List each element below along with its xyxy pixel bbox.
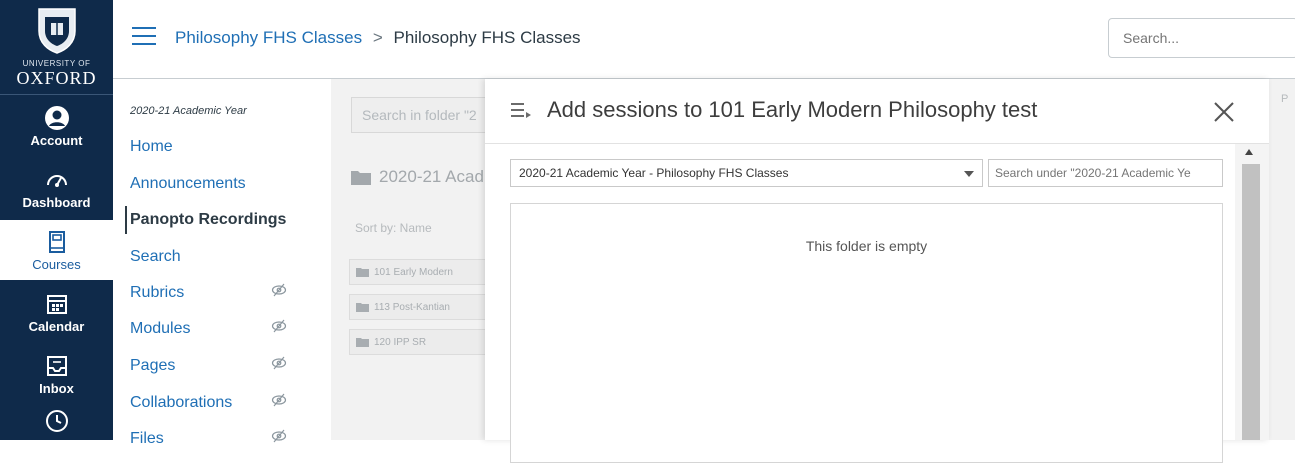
course-nav-rubrics[interactable]: Rubrics bbox=[130, 284, 184, 302]
dashboard-icon bbox=[46, 174, 67, 187]
add-sessions-dialog: Add sessions to 101 Early Modern Philoso… bbox=[485, 79, 1269, 463]
university-logo[interactable]: UNIVERSITY OF OXFORD bbox=[0, 0, 113, 94]
global-nav-courses[interactable]: Courses bbox=[0, 220, 113, 280]
session-list: This folder is empty bbox=[510, 203, 1223, 463]
header-search-input[interactable] bbox=[1108, 18, 1295, 58]
eye-slash-icon bbox=[271, 283, 287, 297]
global-nav-account[interactable]: Account bbox=[0, 96, 113, 156]
breadcrumb-separator: > bbox=[372, 28, 383, 47]
empty-folder-message: This folder is empty bbox=[805, 238, 928, 254]
folder-select[interactable]: 2020-21 Academic Year - Philosophy FHS C… bbox=[510, 159, 983, 187]
dialog-header: Add sessions to 101 Early Modern Philoso… bbox=[485, 79, 1269, 144]
term-label: 2020-21 Academic Year bbox=[130, 105, 247, 117]
folder-icon bbox=[351, 171, 371, 185]
folder-row: 120 IPP SR bbox=[349, 329, 489, 355]
background-right-label: P bbox=[1281, 93, 1289, 105]
global-nav-calendar[interactable]: Calendar bbox=[0, 282, 113, 342]
course-nav-pages[interactable]: Pages bbox=[130, 357, 175, 375]
top-header: Philosophy FHS Classes > Philosophy FHS … bbox=[113, 0, 1295, 79]
folder-title: 2020-21 Acad bbox=[351, 167, 484, 187]
breadcrumb-current: Philosophy FHS Classes bbox=[393, 28, 581, 47]
breadcrumb-link-course[interactable]: Philosophy FHS Classes bbox=[175, 28, 362, 47]
active-indicator bbox=[125, 206, 127, 234]
logo-text-big: OXFORD bbox=[16, 68, 97, 88]
account-icon bbox=[44, 105, 69, 130]
eye-slash-icon bbox=[271, 356, 287, 370]
global-nav-inbox[interactable]: Inbox bbox=[0, 344, 113, 404]
course-nav-modules[interactable]: Modules bbox=[130, 320, 190, 338]
global-nav-label: Calendar bbox=[28, 318, 85, 334]
logo-divider bbox=[0, 94, 113, 95]
courses-icon bbox=[48, 230, 65, 253]
logo-text-small: UNIVERSITY OF bbox=[22, 59, 91, 68]
course-nav-panopto-recordings[interactable]: Panopto Recordings bbox=[130, 211, 286, 229]
scrollbar[interactable] bbox=[1235, 144, 1269, 440]
global-nav: UNIVERSITY OF OXFORD Account Dashboard C… bbox=[0, 0, 113, 440]
history-icon bbox=[45, 410, 68, 432]
dialog-title: Add sessions to 101 Early Modern Philoso… bbox=[547, 97, 1038, 122]
scrollbar-thumb[interactable] bbox=[1242, 164, 1260, 440]
folder-select-value: 2020-21 Academic Year - Philosophy FHS C… bbox=[519, 166, 789, 180]
hamburger-menu-icon[interactable] bbox=[132, 27, 156, 45]
course-nav-collaborations[interactable]: Collaborations bbox=[130, 394, 232, 412]
folder-icon bbox=[356, 338, 369, 347]
course-nav-announcements[interactable]: Announcements bbox=[130, 175, 246, 193]
eye-slash-icon bbox=[271, 319, 287, 333]
list-add-icon bbox=[511, 103, 531, 118]
eye-slash-icon bbox=[271, 393, 287, 407]
global-nav-label: Dashboard bbox=[22, 194, 91, 210]
course-nav-files[interactable]: Files bbox=[130, 430, 164, 448]
global-nav-dashboard[interactable]: Dashboard bbox=[0, 158, 113, 218]
breadcrumb: Philosophy FHS Classes > Philosophy FHS … bbox=[175, 28, 581, 48]
global-nav-label: Inbox bbox=[39, 380, 74, 396]
course-nav-search[interactable]: Search bbox=[130, 248, 181, 266]
folder-row-label: 101 Early Modern bbox=[374, 266, 453, 278]
course-nav-home[interactable]: Home bbox=[130, 138, 173, 156]
folder-row-label: 120 IPP SR bbox=[374, 336, 427, 348]
folder-icon bbox=[356, 303, 369, 312]
crest-icon bbox=[37, 8, 76, 54]
global-nav-history[interactable] bbox=[0, 402, 113, 442]
subfolder-search-input[interactable] bbox=[988, 159, 1223, 187]
calendar-icon bbox=[46, 294, 67, 314]
folder-row-label: 113 Post-Kantian bbox=[374, 301, 450, 313]
folder-row: 113 Post-Kantian bbox=[349, 294, 489, 320]
folder-title-text: 2020-21 Acad bbox=[379, 167, 484, 186]
global-nav-label: Account bbox=[30, 132, 83, 148]
chevron-down-icon bbox=[964, 171, 974, 177]
dialog-body: 2020-21 Academic Year - Philosophy FHS C… bbox=[485, 144, 1269, 463]
course-nav: 2020-21 Academic Year Home Announcements… bbox=[113, 79, 331, 447]
close-icon[interactable] bbox=[1211, 99, 1237, 125]
scroll-up-icon[interactable] bbox=[1245, 149, 1253, 155]
folder-icon bbox=[356, 268, 369, 277]
inbox-icon bbox=[46, 355, 67, 376]
sort-label: Sort by: Name bbox=[355, 221, 432, 235]
global-nav-label: Courses bbox=[32, 256, 81, 272]
folder-row: 101 Early Modern bbox=[349, 259, 489, 285]
eye-slash-icon bbox=[271, 429, 287, 443]
